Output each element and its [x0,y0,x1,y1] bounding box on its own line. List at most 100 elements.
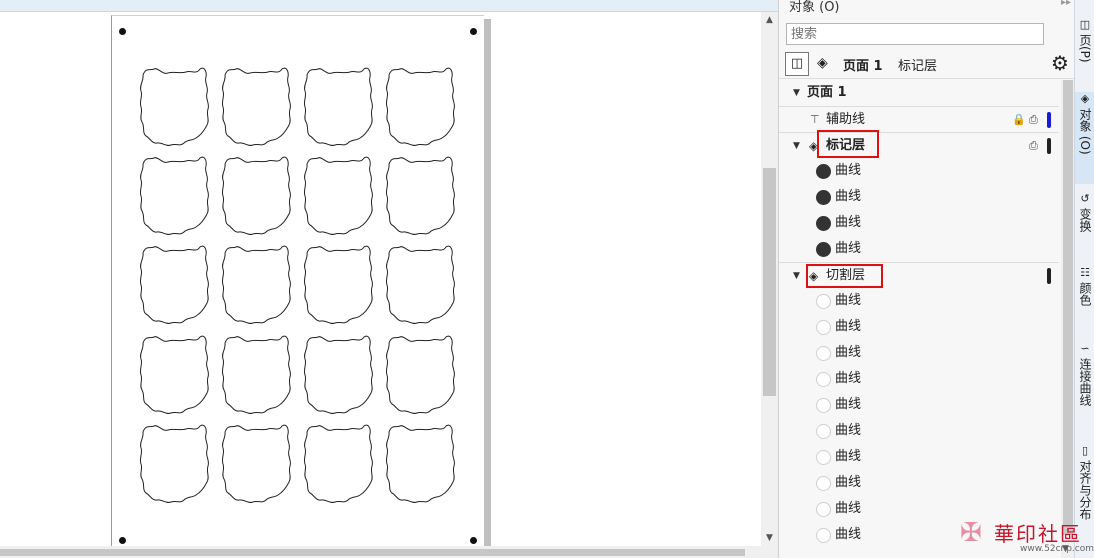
cut-shape[interactable] [384,422,456,504]
tree-guides-layer[interactable]: ⊤ 辅助线 🔒 ⎙ [779,106,1059,132]
list-item[interactable]: 曲线 [779,444,1059,470]
cut-shape[interactable] [138,65,210,147]
printer-icon[interactable]: ⎙ [1029,133,1038,159]
tab-label: 页(P) [1078,34,1092,63]
object-label: 曲线 [835,215,862,230]
object-label: 曲线 [835,371,862,386]
canvas-vertical-scrollbar[interactable]: ▲ ▼ [761,12,778,546]
object-label: 曲线 [835,293,862,308]
collapse-arrow-icon[interactable]: ▼ [793,133,800,159]
tab-label: 对象 (O) [1078,108,1092,155]
transform-icon: ↺ [1080,192,1090,205]
cut-shape[interactable] [138,422,210,504]
tab-objects[interactable]: ◈ 对象 (O) [1075,92,1094,184]
object-swatch-icon [816,502,831,517]
list-item[interactable]: 曲线 [779,418,1059,444]
highlight-box-mark-layer [817,130,879,158]
object-label: 曲线 [835,189,862,204]
canvas-horizontal-scroll-thumb[interactable] [0,549,745,556]
page-view-button[interactable]: ◫ [785,52,809,76]
registration-mark-bottom-right[interactable] [470,537,477,544]
lock-icon[interactable]: 🔒 [1012,107,1026,133]
mark-layer-color-chip[interactable] [1047,138,1051,154]
list-item[interactable]: 曲线 [779,210,1059,236]
canvas-top-strip [0,0,778,12]
cut-shape[interactable] [384,243,456,325]
collapse-arrow-icon[interactable]: ▼ [793,80,800,106]
drawing-canvas[interactable]: ▲ ▼ [0,0,778,558]
cut-shape[interactable] [220,154,292,236]
cut-shape[interactable] [302,154,374,236]
objects-search-input[interactable] [786,23,1044,45]
page-node-label: 页面 1 [807,85,847,100]
guides-color-chip[interactable] [1047,112,1051,128]
object-swatch-icon [816,424,831,439]
list-item[interactable]: 曲线 [779,288,1059,314]
object-label: 曲线 [835,319,862,334]
tab-connect-curve[interactable]: ∽ 连接曲线 [1075,342,1094,432]
cut-shape[interactable] [138,333,210,415]
color-icon: ☷ [1080,266,1090,279]
cut-shape[interactable] [220,243,292,325]
tab-label: 连接曲线 [1078,358,1092,406]
docker-toolbar: ◫ ◈ 页面 1 标记层 ⚙ [779,49,1075,79]
cut-shape[interactable] [302,333,374,415]
watermark-url: www.52cnp.com [1020,544,1094,554]
cut-shape[interactable] [384,154,456,236]
list-item[interactable]: 曲线 [779,236,1059,262]
list-item[interactable]: 曲线 [779,314,1059,340]
collapse-arrow-icon[interactable]: ▼ [793,263,800,289]
canvas-horizontal-scrollbar[interactable] [0,546,778,558]
tab-label: 变换 [1078,208,1092,232]
tab-transform[interactable]: ↺ 变换 [1075,192,1094,258]
cut-shape[interactable] [384,333,456,415]
list-item[interactable]: 曲线 [779,392,1059,418]
object-label: 曲线 [835,449,862,464]
tab-page[interactable]: ◫ 页(P) [1075,18,1094,88]
list-item[interactable]: 曲线 [779,158,1059,184]
object-swatch-icon [816,346,831,361]
connect-curve-icon: ∽ [1080,342,1090,355]
layers-icon[interactable]: ◈ [817,55,828,71]
list-item[interactable]: 曲线 [779,366,1059,392]
breadcrumb-layer[interactable]: 标记层 [898,55,937,74]
cut-shape[interactable] [220,333,292,415]
align-icon: ▯ [1081,444,1089,457]
registration-mark-bottom-left[interactable] [119,537,126,544]
registration-mark-top-right[interactable] [470,28,477,35]
docker-tab-strip: ◫ 页(P) ◈ 对象 (O) ↺ 变换 ☷ 颜色 ∽ 连接曲线 ▯ 对齐与分布 [1074,0,1094,558]
object-label: 曲线 [835,475,862,490]
cut-layer-color-chip[interactable] [1047,268,1051,284]
object-label: 曲线 [835,163,862,178]
list-item[interactable]: 曲线 [779,184,1059,210]
cut-shape[interactable] [302,422,374,504]
cut-shape[interactable] [220,422,292,504]
cut-shape[interactable] [138,154,210,236]
registration-mark-top-left[interactable] [119,28,126,35]
list-item[interactable]: 曲线 [779,470,1059,496]
cut-shape[interactable] [220,65,292,147]
gear-icon[interactable]: ⚙ [1051,51,1069,75]
tab-color[interactable]: ☷ 颜色 [1075,266,1094,326]
cut-shape[interactable] [138,243,210,325]
page-view-icon: ◫ [790,56,804,71]
object-swatch-icon [816,398,831,413]
canvas-vertical-scroll-thumb[interactable] [763,168,776,396]
object-swatch-icon [816,450,831,465]
cut-shape[interactable] [384,65,456,147]
watermark-text: 華印社區 [994,522,1082,546]
docker-vertical-scrollbar[interactable]: ▼ [1061,80,1075,558]
cut-shape[interactable] [302,65,374,147]
tab-label: 颜色 [1078,282,1092,306]
scroll-down-arrow-icon[interactable]: ▼ [761,530,778,546]
printer-icon[interactable]: ⎙ [1029,107,1038,133]
tree-page-node[interactable]: ▼ 页面 1 [779,80,1059,106]
watermark-logo-icon: ✠ [960,518,982,548]
scroll-up-arrow-icon[interactable]: ▲ [761,12,778,28]
docker-pin-icon[interactable]: ▸▸ [1061,0,1071,8]
list-item[interactable]: 曲线 [779,340,1059,366]
breadcrumb-page[interactable]: 页面 1 [843,55,883,74]
cut-shape[interactable] [302,243,374,325]
page-icon: ◫ [1079,18,1091,31]
docker-scroll-thumb[interactable] [1063,80,1073,535]
